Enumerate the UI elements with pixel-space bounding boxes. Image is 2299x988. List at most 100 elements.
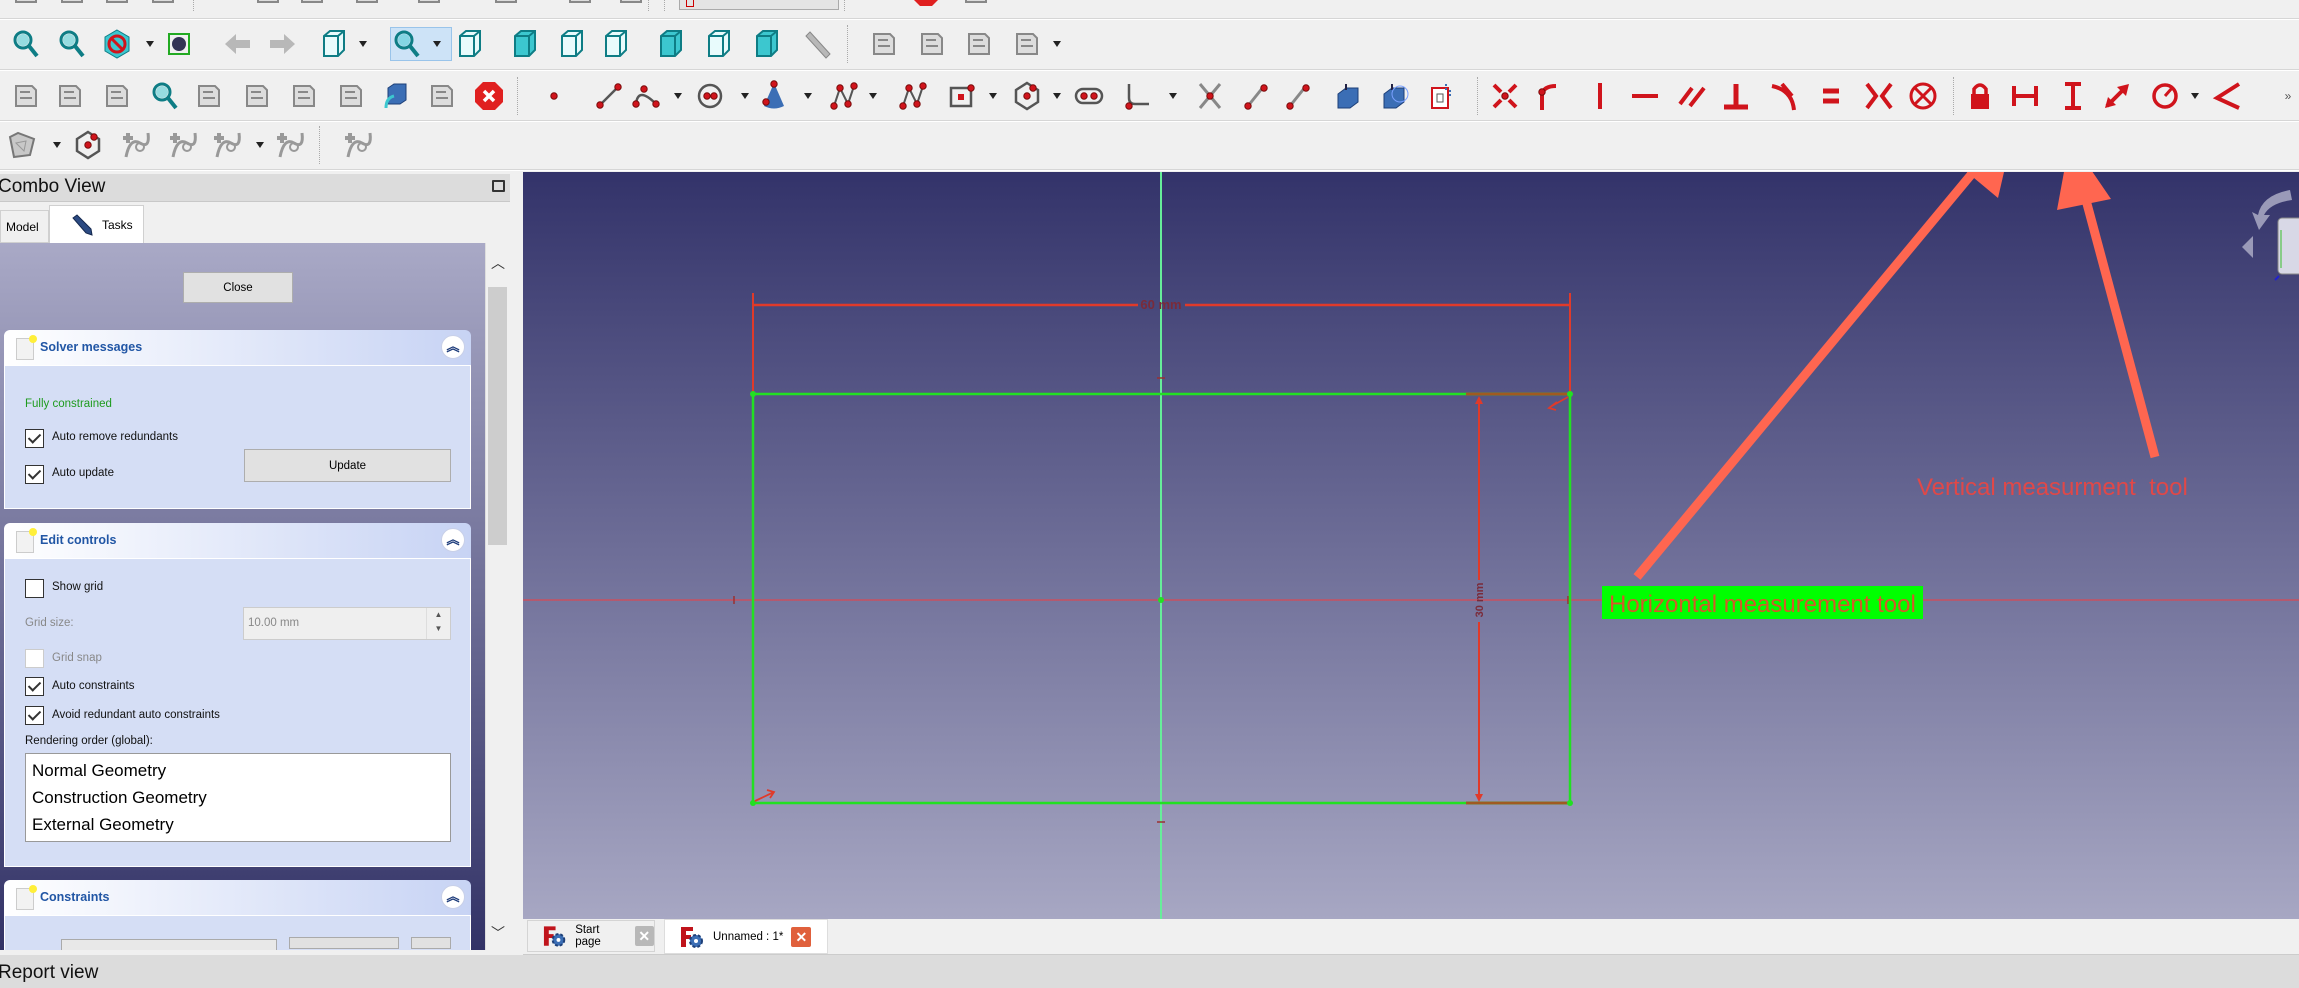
spin-arrows-icon[interactable]: ▲ ▼ — [426, 608, 450, 639]
tab-unnamed[interactable]: Unnamed : 1* ✕ — [664, 919, 828, 954]
dropdown-arrow-icon[interactable] — [52, 140, 62, 150]
sync-view-icon[interactable] — [317, 27, 351, 61]
close-tab-icon[interactable]: ✕ — [791, 926, 812, 947]
view-section-icon[interactable] — [148, 79, 182, 113]
arc-icon[interactable] — [629, 79, 663, 113]
vertical-constraint-icon[interactable] — [1583, 79, 1617, 113]
whats-this-icon[interactable] — [614, 0, 648, 9]
trim-icon[interactable] — [1193, 79, 1227, 113]
tangent-constraint-icon[interactable] — [1767, 79, 1801, 113]
make-link-icon[interactable] — [962, 27, 996, 61]
forward-icon[interactable] — [265, 27, 299, 61]
auto-remove-redundants-checkbox[interactable] — [25, 429, 44, 448]
undo-icon[interactable] — [350, 0, 384, 9]
bspline-polygon-icon[interactable] — [71, 128, 105, 162]
horizontal-distance-constraint-icon[interactable] — [2008, 79, 2042, 113]
record-macro-icon[interactable] — [863, 0, 897, 9]
macros-icon[interactable] — [959, 0, 993, 9]
update-button[interactable]: Update — [244, 449, 451, 482]
extend-icon[interactable] — [1239, 79, 1273, 113]
open-icon[interactable] — [55, 0, 89, 9]
fit-selection-icon[interactable] — [55, 27, 89, 61]
scroll-up-icon[interactable]: ︿ — [491, 253, 505, 273]
decrease-knot-icon[interactable] — [166, 128, 200, 162]
execute-macro-icon[interactable] — [999, 0, 1033, 9]
leave-sketch-icon[interactable] — [100, 79, 134, 113]
fillet-icon[interactable] — [1120, 79, 1154, 113]
reorient-sketch-icon[interactable] — [192, 79, 226, 113]
vertical-distance-constraint-icon[interactable] — [2056, 79, 2090, 113]
refresh-icon[interactable] — [489, 0, 523, 9]
link-actions-icon[interactable] — [1010, 27, 1044, 61]
block-constraint-icon[interactable] — [1906, 79, 1940, 113]
toolbar-overflow-icon[interactable]: » — [2280, 86, 2296, 106]
tab-start-page[interactable]: Start page ✕ — [527, 920, 655, 952]
auto-update-checkbox[interactable] — [25, 465, 44, 484]
dropdown-arrow-icon[interactable] — [803, 91, 813, 101]
dropdown-arrow-icon[interactable] — [145, 39, 155, 49]
map-sketch-icon[interactable] — [379, 79, 413, 113]
dropdown-arrow-icon[interactable] — [740, 91, 750, 101]
horizontal-constraint-icon[interactable] — [1628, 79, 1662, 113]
merge-sketches-icon[interactable] — [287, 79, 321, 113]
fit-all-icon[interactable] — [9, 27, 43, 61]
save-as-icon[interactable] — [146, 0, 180, 9]
dropdown-arrow-icon[interactable] — [358, 39, 368, 49]
attach-sketch-icon[interactable] — [53, 79, 87, 113]
angle-constraint-icon[interactable] — [2210, 79, 2244, 113]
slot-icon[interactable] — [1072, 79, 1106, 113]
horizontal-dimension-label[interactable]: 60 mm — [1140, 297, 1181, 312]
rotate-sketch-icon[interactable] — [425, 79, 459, 113]
vertical-distance-constraint[interactable]: 30 mm — [1466, 392, 1570, 805]
coincident-constraint-icon[interactable] — [1488, 79, 1522, 113]
constraints-settings-button[interactable] — [411, 937, 451, 949]
new-icon[interactable] — [9, 0, 43, 9]
back-icon[interactable] — [221, 27, 255, 61]
zoom-sync-icon[interactable] — [390, 27, 452, 61]
workbench-combobox[interactable] — [679, 0, 839, 10]
panel-scrollbar[interactable]: ︿ ﹀ — [485, 243, 509, 950]
dropdown-arrow-icon[interactable] — [988, 91, 998, 101]
grid-size-spinbox[interactable]: 10.00 mm ▲ ▼ — [243, 607, 451, 640]
dropdown-arrow-icon[interactable] — [1168, 91, 1178, 101]
macro-icon[interactable] — [563, 0, 597, 9]
scrollbar-thumb[interactable] — [488, 287, 507, 545]
isometric-view-icon[interactable] — [453, 27, 487, 61]
dropdown-arrow-icon[interactable] — [868, 91, 878, 101]
conic-icon[interactable] — [757, 79, 791, 113]
sketch-canvas[interactable]: 60 mm 30 mm Horizontal measurement tool … — [523, 172, 2299, 919]
tab-tasks[interactable]: Tasks — [49, 205, 144, 243]
polyline-icon[interactable] — [896, 79, 930, 113]
bspline-degree-icon[interactable] — [5, 128, 39, 162]
line-icon[interactable] — [592, 79, 626, 113]
redo-icon[interactable] — [412, 0, 446, 9]
cut-icon[interactable] — [203, 0, 237, 9]
distance-constraint-icon[interactable] — [2100, 79, 2134, 113]
edit-controls-header[interactable]: Edit controls ︽ — [4, 523, 471, 559]
create-part-icon[interactable] — [867, 27, 901, 61]
stop-macro-icon[interactable] — [909, 0, 943, 9]
dropdown-arrow-icon[interactable] — [2190, 91, 2200, 101]
toggle-construction-icon[interactable] — [1423, 79, 1457, 113]
rendering-order-list[interactable]: Normal Geometry Construction Geometry Ex… — [25, 753, 451, 842]
polygon-icon[interactable] — [1010, 79, 1044, 113]
save-icon[interactable] — [100, 0, 134, 9]
bounding-box-icon[interactable] — [163, 27, 197, 61]
symmetric-constraint-icon[interactable] — [1862, 79, 1896, 113]
rear-view-icon[interactable] — [654, 27, 688, 61]
list-item[interactable]: Normal Geometry — [32, 757, 444, 784]
right-view-icon[interactable] — [599, 27, 633, 61]
perpendicular-constraint-icon[interactable] — [1719, 79, 1753, 113]
dropdown-arrow-icon[interactable] — [432, 39, 442, 49]
navigation-cube[interactable] — [2242, 190, 2299, 281]
point-on-object-constraint-icon[interactable] — [1529, 79, 1563, 113]
draw-style-icon[interactable] — [100, 27, 134, 61]
external-geometry-icon[interactable] — [1331, 79, 1365, 113]
paste-icon[interactable] — [295, 0, 329, 9]
circle-icon[interactable] — [693, 79, 727, 113]
close-tab-icon[interactable]: ✕ — [634, 926, 654, 946]
point-icon[interactable] — [537, 79, 571, 113]
tab-model[interactable]: Model — [0, 210, 49, 243]
bspline-info-icon[interactable] — [273, 128, 307, 162]
bottom-view-icon[interactable] — [702, 27, 736, 61]
